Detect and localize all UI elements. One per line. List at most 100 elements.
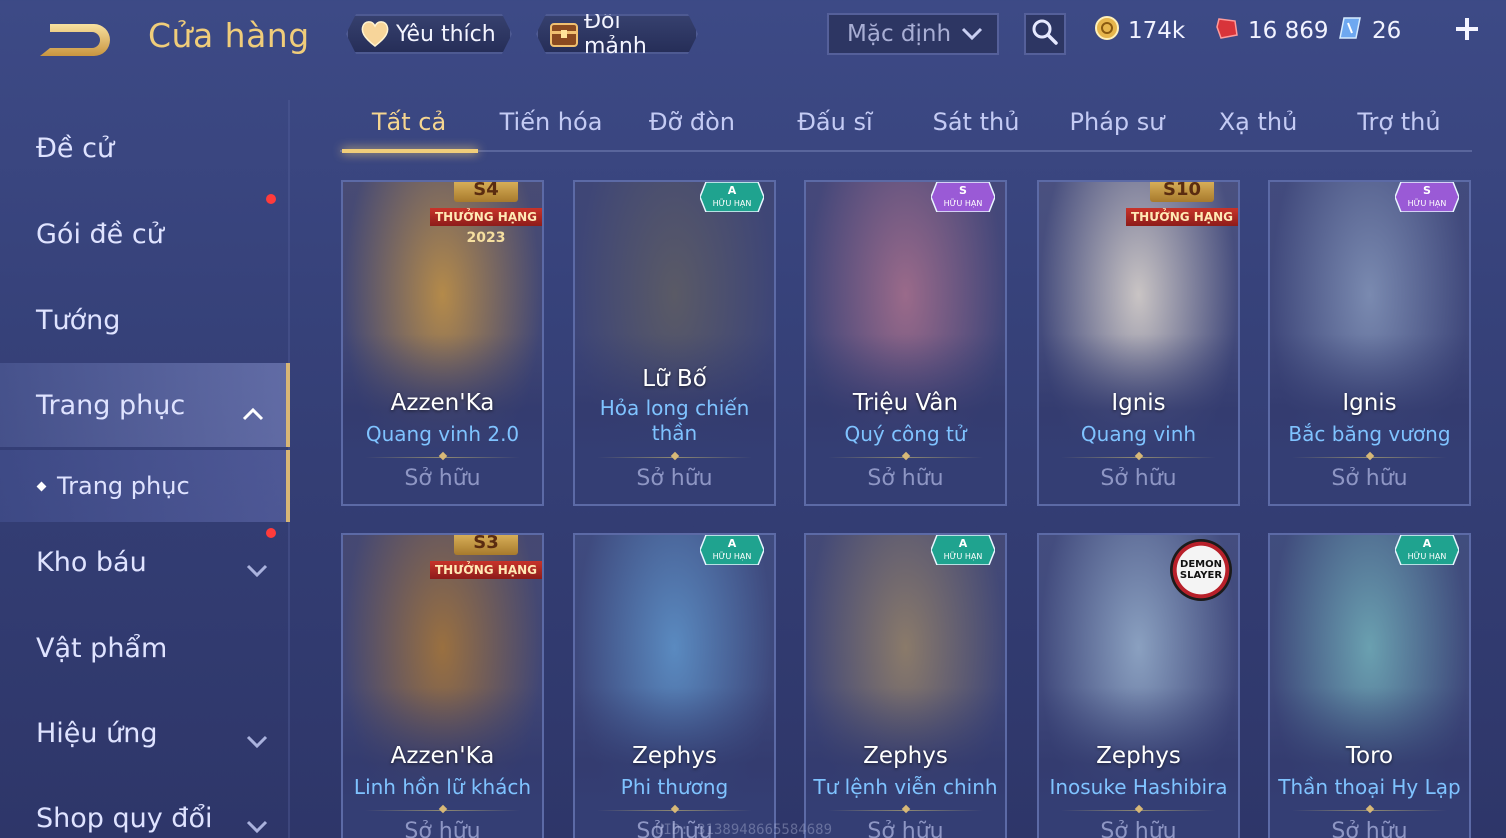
ownership-status: Sở hữu xyxy=(404,819,481,838)
tab-support[interactable]: Trợ thủ xyxy=(1357,108,1440,136)
skin-card[interactable]: S HỮU HẠN Ignis Bắc băng vương Sở hữu xyxy=(1268,180,1471,506)
limited-tier-badge: A HỮU HẠN xyxy=(1394,535,1460,566)
ownership-status: Sở hữu xyxy=(867,466,944,491)
tier-badge-shape: AHỮU HẠN xyxy=(699,182,765,213)
tab-evolution[interactable]: Tiến hóa xyxy=(500,108,603,136)
sidebar-item-featured-bundles[interactable]: Gói đề cử xyxy=(0,194,290,274)
sidebar-item-label: Kho báu xyxy=(36,546,147,578)
sidebar-item-treasure[interactable]: Kho báu xyxy=(0,522,290,602)
skin-card[interactable]: S HỮU HẠN Triệu Vân Quý công tử Sở hữu xyxy=(804,180,1007,506)
demon-slayer-logo: DEMON SLAYER xyxy=(1170,539,1232,601)
tier-letter: A xyxy=(728,184,737,197)
role-tabs: Tất cả Tiến hóa Đỡ đòn Đấu sĩ Sát thủ Ph… xyxy=(340,100,1472,153)
sidebar-item-effects[interactable]: Hiệu ứng xyxy=(0,693,290,773)
sidebar-item-skins[interactable]: Trang phục xyxy=(0,363,290,447)
tier-badge-shape: AHỮU HẠN xyxy=(699,535,765,566)
sidebar: Đề cử Gói đề cử Tướng Trang phục Trang p… xyxy=(0,100,290,838)
card-divider xyxy=(828,457,983,458)
tier-badge-shape: AHỮU HẠN xyxy=(1394,535,1460,566)
skin-name: Inosuke Hashibira xyxy=(1049,775,1228,799)
tier-letter: S xyxy=(959,184,967,197)
tier-label: HỮU HẠN xyxy=(944,197,983,209)
card-divider xyxy=(365,457,520,458)
top-bar: Cửa hàng Yêu thích Đổi mảnh Mặc định 174… xyxy=(0,0,1506,80)
gem-amount: 26 xyxy=(1372,18,1402,44)
card-divider xyxy=(1292,457,1447,458)
tier-letter: A xyxy=(1423,537,1432,550)
rank-reward-badge: S10 THƯỞNG HẠNG xyxy=(1126,182,1238,232)
skin-card[interactable]: DEMON SLAYER Zephys Inosuke Hashibira Sở hữ… xyxy=(1037,533,1240,838)
exchange-shards-button[interactable]: Đổi mảnh xyxy=(536,14,698,54)
badge-year: 2023 xyxy=(466,230,506,246)
sidebar-item-label: Gói đề cử xyxy=(36,218,164,250)
tab-mage[interactable]: Pháp sư xyxy=(1070,108,1165,136)
limited-tier-badge: A HỮU HẠN xyxy=(930,535,996,566)
card-divider xyxy=(1292,810,1447,811)
add-currency-button[interactable] xyxy=(1450,14,1484,48)
coupon-amount: 16 869 xyxy=(1248,18,1329,44)
ownership-status: Sở hữu xyxy=(636,466,713,491)
card-divider xyxy=(1061,810,1216,811)
skin-name: Tư lệnh viễn chinh xyxy=(813,775,998,799)
exchange-label: Đổi mảnh xyxy=(584,9,647,59)
ownership-status: Sở hữu xyxy=(1331,819,1408,838)
tier-label: HỮU HẠN xyxy=(1408,550,1447,562)
uid-watermark: UID: 3138948665584689 xyxy=(655,822,833,838)
card-divider xyxy=(828,810,983,811)
skin-card[interactable]: A HỮU HẠN Lữ Bố Hỏa long chiến thần Sở hữu xyxy=(573,180,776,506)
skin-card[interactable]: S4 THƯỞNG HẠNG 2023 Azzen'Ka Quang vinh 2.0 S… xyxy=(341,180,544,506)
hero-name: Azzen'Ka xyxy=(390,390,495,416)
sidebar-item-label: Vật phẩm xyxy=(36,632,168,664)
skin-card[interactable]: A HỮU HẠN Zephys Tư lệnh viễn chinh Sở hữu xyxy=(804,533,1007,838)
page-title: Cửa hàng xyxy=(148,16,310,55)
sidebar-item-label: Shop quy đổi xyxy=(36,802,213,834)
blue-gem-icon xyxy=(1338,15,1364,47)
tab-tank[interactable]: Đỡ đòn xyxy=(649,108,735,136)
skin-name: Quang vinh xyxy=(1080,422,1197,446)
plus-icon xyxy=(1454,16,1480,46)
sidebar-item-featured[interactable]: Đề cử xyxy=(0,108,290,188)
tab-marksman[interactable]: Xạ thủ xyxy=(1219,108,1298,136)
limited-tier-badge: S HỮU HẠN xyxy=(1394,182,1460,213)
favorites-label: Yêu thích xyxy=(396,21,496,47)
sidebar-item-heroes[interactable]: Tướng xyxy=(0,280,290,360)
ownership-status: Sở hữu xyxy=(1100,819,1177,838)
skin-card[interactable]: A HỮU HẠN Zephys Phi thương Sở hữu xyxy=(573,533,776,838)
season-label: S4 xyxy=(454,182,518,202)
skin-card[interactable]: S10 THƯỞNG HẠNG Ignis Quang vinh Sở hữu xyxy=(1037,180,1240,506)
skin-name: Linh hồn lữ khách xyxy=(353,775,532,799)
search-button[interactable] xyxy=(1024,13,1066,55)
season-label: S3 xyxy=(454,535,518,555)
hero-name: Zephys xyxy=(1096,743,1181,769)
hero-name: Toro xyxy=(1345,743,1394,769)
tab-fighter[interactable]: Đấu sĩ xyxy=(797,108,872,136)
sort-dropdown[interactable]: Mặc định xyxy=(827,13,999,55)
sort-value: Mặc định xyxy=(847,21,952,47)
tier-badge-shape: SHỮU HẠN xyxy=(930,182,996,213)
tier-label: HỮU HẠN xyxy=(713,197,752,209)
chevron-up-icon xyxy=(242,397,264,428)
skin-card[interactable]: A HỮU HẠN Toro Thần thoại Hy Lạp Sở hữu xyxy=(1268,533,1471,838)
gold-currency: 174k xyxy=(1094,14,1185,48)
skin-name: Quý công tử xyxy=(844,422,967,446)
skin-card[interactable]: S3 THƯỞNG HẠNG Azzen'Ka Linh hồn lữ khách Sở… xyxy=(341,533,544,838)
skin-name: Phi thương xyxy=(620,775,729,799)
favorites-button[interactable]: Yêu thích xyxy=(346,14,512,54)
sidebar-item-exchange-shop[interactable]: Shop quy đổi xyxy=(0,778,290,838)
notification-dot xyxy=(266,194,276,204)
hero-name: Ignis xyxy=(1111,390,1166,416)
sidebar-item-label: Trang phục xyxy=(36,389,186,421)
tier-label: HỮU HẠN xyxy=(713,550,752,562)
tab-assassin[interactable]: Sát thủ xyxy=(933,108,1020,136)
red-coupon-icon xyxy=(1214,15,1240,47)
sidebar-item-items[interactable]: Vật phẩm xyxy=(0,608,290,688)
sidebar-subitem-skins[interactable]: Trang phục xyxy=(0,450,290,522)
ownership-status: Sở hữu xyxy=(1100,466,1177,491)
ownership-status: Sở hữu xyxy=(1331,466,1408,491)
tab-all[interactable]: Tất cả xyxy=(372,108,446,136)
skin-name: Hỏa long chiến thần xyxy=(599,396,750,445)
skin-grid: S4 THƯỞNG HẠNG 2023 Azzen'Ka Quang vinh 2.0 S… xyxy=(341,180,1473,838)
tier-badge-shape: SHỮU HẠN xyxy=(1394,182,1460,213)
sidebar-item-label: Đề cử xyxy=(36,132,115,164)
back-arrow-icon[interactable] xyxy=(36,18,116,62)
